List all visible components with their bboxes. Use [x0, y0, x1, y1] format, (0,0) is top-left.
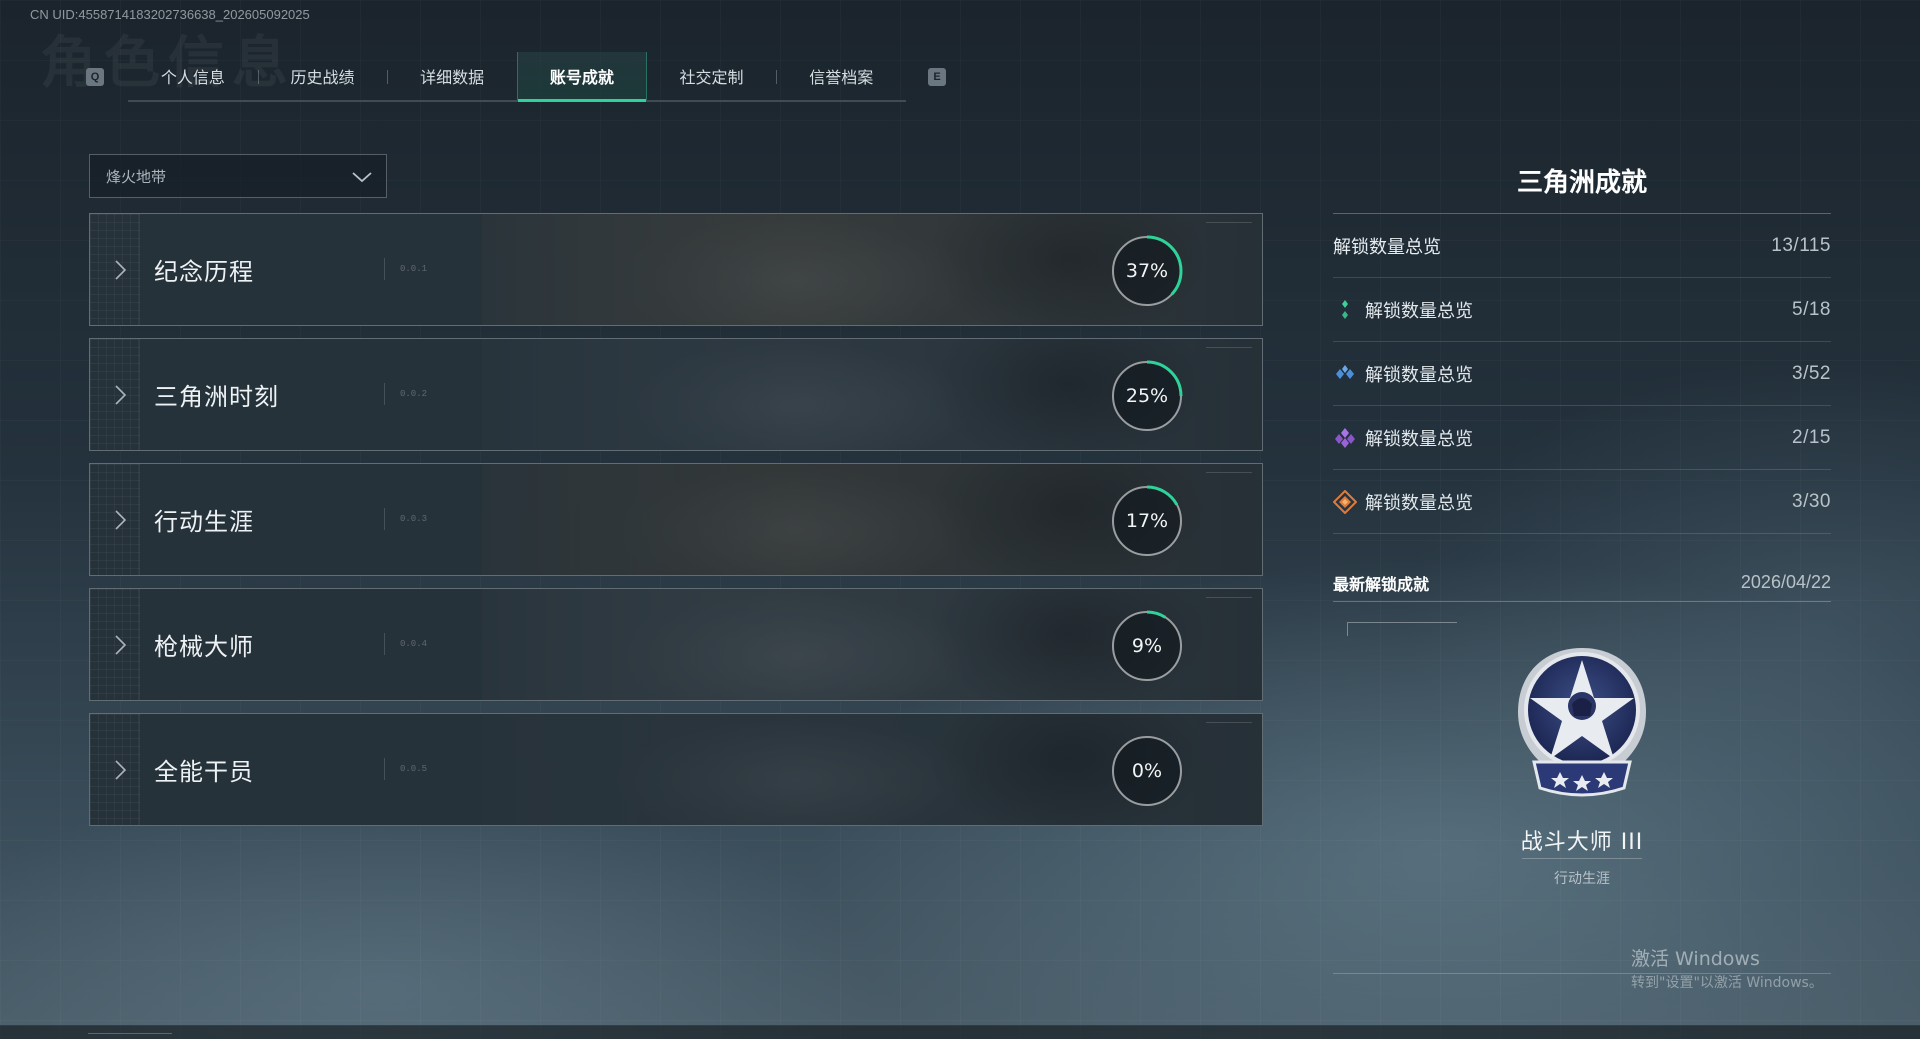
category-card[interactable]: 行动生涯 0.0.3 17% — [89, 463, 1263, 576]
category-card[interactable]: 三角洲时刻 0.0.2 25% — [89, 338, 1263, 451]
tier-value: 3/30 — [1792, 490, 1831, 512]
tier-row-blue: 解锁数量总览 3/52 — [1333, 342, 1831, 406]
windows-activation-subtitle: 转到"设置"以激活 Windows。 — [1631, 975, 1823, 991]
total-unlock-label: 解锁数量总览 — [1333, 236, 1441, 258]
tab-personal-info[interactable]: 个人信息 — [128, 52, 258, 100]
category-name: 行动生涯 — [154, 508, 254, 536]
bottom-bar — [0, 1025, 1920, 1039]
progress-percent: 25% — [1125, 385, 1169, 407]
progress-percent: 37% — [1125, 260, 1169, 282]
chevron-down-icon — [352, 172, 372, 183]
combat-master-badge-icon — [1518, 648, 1646, 797]
uid-label: CN UID:4558714183202736638_202605092025 — [30, 7, 310, 22]
mode-select-value: 烽火地带 — [106, 167, 167, 186]
purple-tier-icon — [1335, 427, 1355, 448]
category-name: 纪念历程 — [154, 258, 254, 286]
chevron-right-icon — [115, 635, 127, 655]
tier-row-green: 解锁数量总览 5/18 — [1333, 278, 1831, 342]
mode-select[interactable]: 烽火地带 — [89, 154, 387, 198]
category-name: 全能干员 — [154, 758, 254, 786]
category-code: 0.0.4 — [400, 639, 428, 649]
tab-social-custom[interactable]: 社交定制 — [647, 52, 777, 100]
progress-percent: 17% — [1125, 510, 1169, 532]
key-hint-q[interactable]: Q — [86, 68, 104, 86]
orange-tier-icon — [1333, 489, 1357, 514]
tier-label: 解锁数量总览 — [1365, 428, 1473, 450]
recent-achievement-card[interactable]: 战斗大师 III 行动生涯 — [1333, 602, 1831, 974]
green-tier-icon — [1342, 299, 1348, 319]
achievement-category-list: 纪念历程 0.0.1 37% 三角洲时刻 0.0.2 25% 行动生涯 0.0.… — [89, 213, 1263, 838]
achievement-summary-panel: 三角洲成就 解锁数量总览 13/115 解锁数量总览 5/18 解锁数量总览 3… — [1333, 160, 1831, 974]
tier-value: 5/18 — [1792, 298, 1831, 320]
category-name: 三角洲时刻 — [154, 383, 279, 411]
category-card[interactable]: 枪械大师 0.0.4 9% — [89, 588, 1263, 701]
category-name: 枪械大师 — [154, 633, 254, 661]
achievement-category: 行动生涯 — [1554, 871, 1610, 887]
tier-value: 2/15 — [1792, 426, 1831, 448]
recent-heading: 最新解锁成就 — [1333, 574, 1430, 594]
chevron-right-icon — [115, 760, 127, 780]
tab-account-achievements[interactable]: 账号成就 — [517, 52, 647, 102]
achievements-screen: 角色信息 CN UID:4558714183202736638_20260509… — [0, 0, 1920, 1039]
chevron-right-icon — [115, 385, 127, 405]
key-hint-e[interactable]: E — [928, 68, 946, 86]
recent-achievement-header: 最新解锁成就 2026/04/22 — [1333, 564, 1831, 602]
progress-percent: 9% — [1131, 635, 1163, 657]
tab-credit-record[interactable]: 信誉档案 — [776, 52, 906, 100]
category-code: 0.0.2 — [400, 389, 428, 399]
total-unlock-row: 解锁数量总览 13/115 — [1333, 214, 1831, 278]
category-code: 0.0.1 — [400, 264, 428, 274]
tier-value: 3/52 — [1792, 362, 1831, 384]
tab-detailed-data[interactable]: 详细数据 — [387, 52, 517, 100]
recent-date: 2026/04/22 — [1740, 572, 1831, 592]
chevron-right-icon — [115, 510, 127, 530]
tier-label: 解锁数量总览 — [1365, 300, 1473, 322]
tabs: 个人信息 历史战绩 详细数据 账号成就 社交定制 信誉档案 — [128, 52, 906, 102]
progress-percent: 0% — [1131, 760, 1163, 782]
tab-bar: Q 个人信息 历史战绩 详细数据 账号成就 社交定制 信誉档案 E — [86, 52, 950, 102]
category-card[interactable]: 全能干员 0.0.5 0% — [89, 713, 1263, 826]
category-card[interactable]: 纪念历程 0.0.1 37% — [89, 213, 1263, 326]
achievement-name: 战斗大师 III — [1520, 830, 1644, 855]
tier-row-orange: 解锁数量总览 3/30 — [1333, 470, 1831, 534]
tier-label: 解锁数量总览 — [1365, 364, 1473, 386]
tab-match-history[interactable]: 历史战绩 — [257, 52, 388, 100]
chevron-right-icon — [115, 260, 127, 280]
category-code: 0.0.3 — [400, 514, 428, 524]
blue-tier-icon — [1336, 364, 1354, 379]
tier-row-purple: 解锁数量总览 2/15 — [1333, 406, 1831, 470]
panel-title: 三角洲成就 — [1333, 160, 1831, 214]
tier-label: 解锁数量总览 — [1365, 492, 1473, 514]
category-code: 0.0.5 — [400, 764, 428, 774]
total-unlock-value: 13/115 — [1771, 234, 1831, 256]
windows-activation-title: 激活 Windows — [1631, 948, 1760, 970]
